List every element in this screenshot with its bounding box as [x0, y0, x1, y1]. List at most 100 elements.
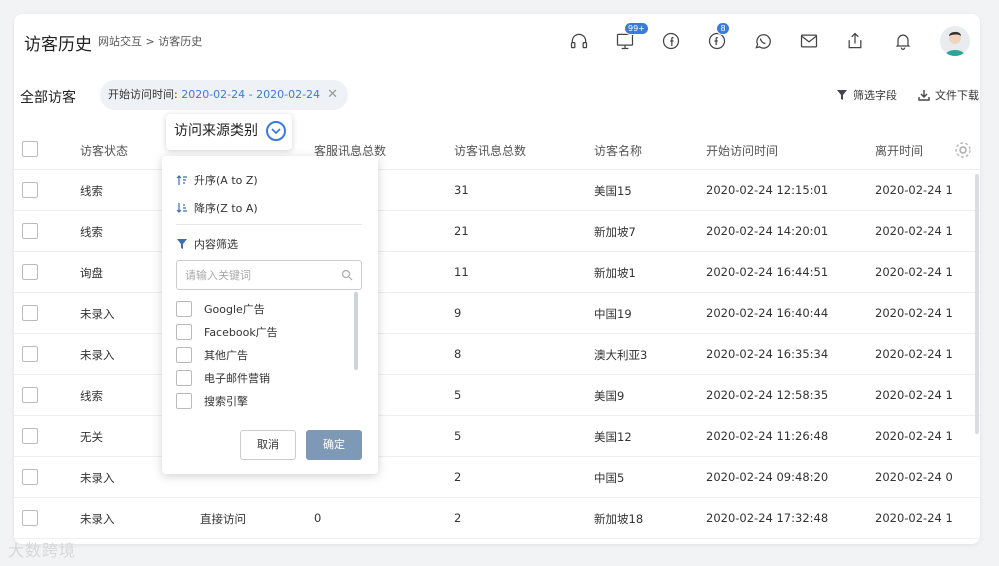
- row-checkbox[interactable]: [22, 510, 38, 526]
- col-leave-time[interactable]: 离开时间: [875, 142, 923, 159]
- cell-visitor-msgs: 2: [454, 470, 462, 484]
- table-row[interactable]: 线索 21 新加坡7 2020-02-24 14:20:01 2020-02-24 14: [14, 211, 980, 252]
- cell-start: 2020-02-24 16:44:51: [706, 265, 829, 279]
- cell-visitor-msgs: 2: [454, 511, 462, 525]
- gear-icon[interactable]: [954, 141, 972, 159]
- monitor-icon[interactable]: 99+: [612, 22, 649, 54]
- content-filter-label: 内容筛选: [194, 238, 238, 251]
- option-label: Google广告: [204, 303, 265, 316]
- cell-status: 线索: [80, 389, 103, 403]
- mail-icon[interactable]: [796, 28, 822, 54]
- filter-fields-label: 筛选字段: [853, 89, 897, 102]
- table-scrollbar[interactable]: [975, 174, 979, 434]
- chip-value: 2020-02-24 - 2020-02-24: [181, 88, 321, 101]
- divider: [176, 224, 362, 225]
- table-row[interactable]: 无关 5 美国12 2020-02-24 11:26:48 2020-02-24 11: [14, 416, 980, 457]
- cell-start: 2020-02-24 12:15:01: [706, 183, 829, 197]
- monitor-badge: 99+: [624, 22, 649, 35]
- col-visitor-status[interactable]: 访客状态: [80, 142, 128, 159]
- cell-visitor-msgs: 11: [454, 265, 469, 279]
- row-checkbox[interactable]: [22, 387, 38, 403]
- select-all-checkbox[interactable]: [22, 141, 38, 157]
- row-checkbox[interactable]: [22, 182, 38, 198]
- table-row[interactable]: 未录入 直接访问 0 2 新加坡18 2020-02-24 17:32:48 2020-02…: [14, 498, 980, 539]
- option-scrollbar[interactable]: [354, 292, 358, 370]
- cell-name: 中国5: [594, 471, 625, 485]
- row-checkbox[interactable]: [22, 305, 38, 321]
- table-row[interactable]: 未录入 9 中国19 2020-02-24 16:40:44 2020-02-24 16: [14, 293, 980, 334]
- download-button[interactable]: 文件下载: [918, 87, 979, 103]
- facebook-icon[interactable]: [658, 28, 684, 54]
- filter-bar: 全部访客 开始访问时间: 2020-02-24 - 2020-02-24 ✕ 筛…: [14, 80, 980, 114]
- cell-leave: 2020-02-24 14: [875, 224, 953, 238]
- row-checkbox[interactable]: [22, 469, 38, 485]
- option-item[interactable]: Facebook广告: [176, 323, 278, 341]
- sort-asc-item[interactable]: 升序(A to Z): [176, 172, 258, 188]
- option-checkbox[interactable]: [176, 393, 192, 409]
- chevron-down-icon[interactable]: [266, 121, 286, 141]
- filter-fields-button[interactable]: 筛选字段: [836, 87, 897, 103]
- col-start-time[interactable]: 开始访问时间: [706, 142, 778, 159]
- option-item[interactable]: 搜索引擎: [176, 392, 248, 410]
- bell-icon[interactable]: [890, 28, 916, 54]
- option-checkbox[interactable]: [176, 301, 192, 317]
- table-row[interactable]: 线索 5 美国9 2020-02-24 12:58:35 2020-02-24 12: [14, 375, 980, 416]
- download-label: 文件下载: [935, 89, 979, 102]
- table-row[interactable]: 线索 31 美国15 2020-02-24 12:15:01 2020-02-24 12: [14, 170, 980, 211]
- confirm-button[interactable]: 确定: [306, 430, 362, 460]
- table-row[interactable]: 未录入 2 中国5 2020-02-24 09:48:20 2020-02-24 09: [14, 457, 980, 498]
- cell-status: 未录入: [80, 512, 115, 526]
- cell-leave: 2020-02-24 11: [875, 429, 953, 443]
- option-item[interactable]: Google广告: [176, 300, 265, 318]
- option-checkbox[interactable]: [176, 370, 192, 386]
- funnel-icon: [837, 90, 847, 100]
- option-label: 其他广告: [204, 349, 248, 362]
- cell-agent-msgs: 0: [314, 511, 322, 525]
- col-visitor-name[interactable]: 访客名称: [594, 142, 642, 159]
- share-icon[interactable]: [842, 28, 868, 54]
- cell-name: 美国12: [594, 430, 632, 444]
- cell-start: 2020-02-24 12:58:35: [706, 388, 829, 402]
- row-checkbox[interactable]: [22, 264, 38, 280]
- row-checkbox[interactable]: [22, 223, 38, 239]
- option-label: 电子邮件营销: [204, 372, 270, 385]
- headset-icon[interactable]: [566, 28, 592, 54]
- cell-start: 2020-02-24 17:32:48: [706, 511, 829, 525]
- facebook-page-icon[interactable]: 8: [704, 22, 730, 54]
- table-row[interactable]: 询盘 11 新加坡1 2020-02-24 16:44:51 2020-02-24 16: [14, 252, 980, 293]
- breadcrumb: 网站交互 > 访客历史: [98, 35, 203, 48]
- cell-status: 无关: [80, 430, 103, 444]
- option-item[interactable]: 电子邮件营销: [176, 369, 270, 387]
- source-column-header[interactable]: 访问来源类别: [166, 114, 292, 150]
- whatsapp-icon[interactable]: [750, 28, 776, 54]
- option-checkbox[interactable]: [176, 347, 192, 363]
- date-filter-chip[interactable]: 开始访问时间: 2020-02-24 - 2020-02-24 ✕: [100, 80, 348, 110]
- cancel-button[interactable]: 取消: [240, 430, 296, 460]
- cell-visitor-msgs: 8: [454, 347, 462, 361]
- table-header: 访客状态 客服讯息总数 访客讯息总数 访客名称 开始访问时间 离开时间: [14, 128, 980, 170]
- keyword-search[interactable]: [176, 260, 362, 290]
- cell-name: 新加坡7: [594, 225, 636, 239]
- sort-desc-label: 降序(Z to A): [194, 202, 258, 215]
- avatar[interactable]: [940, 26, 970, 56]
- cell-visitor-msgs: 5: [454, 429, 462, 443]
- cell-leave: 2020-02-24 17: [875, 511, 953, 525]
- watermark: 大数跨境: [8, 541, 77, 560]
- table-row[interactable]: 未录入 8 澳大利亚3 2020-02-24 16:35:34 2020-02-24 1…: [14, 334, 980, 375]
- cell-leave: 2020-02-24 16: [875, 306, 953, 320]
- search-icon: [341, 269, 353, 281]
- row-checkbox[interactable]: [22, 346, 38, 362]
- close-icon[interactable]: ✕: [327, 80, 338, 110]
- cell-leave: 2020-02-24 12: [875, 183, 953, 197]
- keyword-search-input[interactable]: [177, 261, 327, 289]
- cell-start: 2020-02-24 16:40:44: [706, 306, 829, 320]
- cell-status: 未录入: [80, 348, 115, 362]
- main-card: 访客历史 网站交互 > 访客历史 99+ 8 全部访客 开始访问时间: 2020…: [14, 14, 980, 544]
- option-checkbox[interactable]: [176, 324, 192, 340]
- cell-source: 直接访问: [200, 512, 246, 526]
- cell-leave: 2020-02-24 16: [875, 347, 953, 361]
- col-visitor-msgs[interactable]: 访客讯息总数: [454, 142, 526, 159]
- sort-desc-item[interactable]: 降序(Z to A): [176, 200, 258, 216]
- row-checkbox[interactable]: [22, 428, 38, 444]
- option-item[interactable]: 其他广告: [176, 346, 248, 364]
